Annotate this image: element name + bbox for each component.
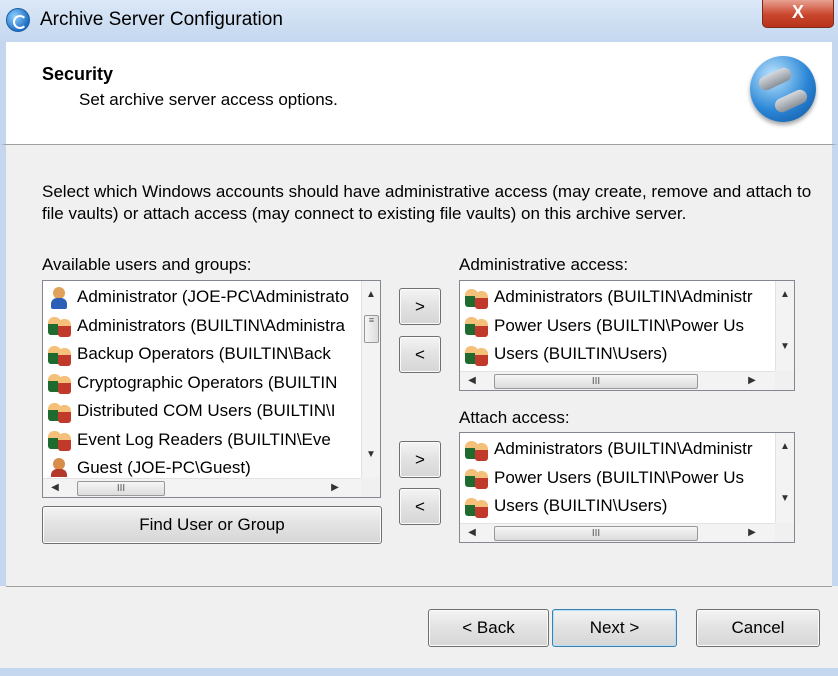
scroll-up-arrow-icon[interactable]: ▲ (777, 441, 793, 452)
horizontal-scrollbar[interactable]: ◀ III ▶ (43, 478, 361, 497)
list-item-label: Backup Operators (BUILTIN\Back (77, 344, 331, 363)
horizontal-scrollbar[interactable]: ◀ III ▶ (460, 523, 775, 542)
back-button[interactable]: < Back (428, 609, 549, 647)
description-text: Select which Windows accounts should hav… (42, 182, 812, 223)
list-item-label: Guest (JOE-PC\Guest) (77, 458, 251, 477)
group-icon (464, 287, 490, 309)
scroll-left-arrow-icon[interactable]: ◀ (464, 375, 480, 386)
scroll-left-arrow-icon[interactable]: ◀ (464, 527, 480, 538)
wizard-header: Security Set archive server access optio… (0, 42, 838, 145)
window-title: Archive Server Configuration (40, 9, 283, 30)
scroll-down-arrow-icon[interactable]: ▼ (363, 449, 379, 460)
list-item[interactable]: Backup Operators (BUILTIN\Back (45, 340, 360, 369)
remove-attach-button[interactable]: < (399, 488, 441, 525)
app-icon (6, 8, 30, 32)
list-item-label: Administrators (BUILTIN\Administra (77, 315, 345, 335)
window-bottom-border (0, 668, 838, 676)
title-bar: Archive Server Configuration X (0, 0, 838, 42)
list-item[interactable]: Users (BUILTIN\Users) (462, 492, 774, 521)
close-button[interactable]: X (762, 0, 834, 28)
refresh-icon (750, 56, 816, 122)
vertical-scrollbar[interactable]: ▲ ≡ ▼ (361, 281, 380, 478)
scroll-down-arrow-icon[interactable]: ▼ (777, 493, 793, 504)
list-item[interactable]: Administrators (BUILTIN\Administr (462, 435, 774, 464)
group-icon (47, 372, 73, 395)
scroll-corner (775, 523, 794, 542)
available-label: Available users and groups: (42, 255, 252, 274)
scroll-corner (775, 371, 794, 390)
list-item[interactable]: Administrators (BUILTIN\Administr (462, 283, 774, 312)
list-item[interactable]: Administrators (BUILTIN\Administra (45, 312, 360, 341)
group-icon (464, 467, 490, 490)
group-icon (47, 315, 73, 338)
group-icon (47, 401, 73, 423)
available-list-items: Administrator (JOE-PC\Administrato Admini… (45, 283, 360, 477)
page-title: Security (42, 64, 114, 84)
remove-admin-button[interactable]: < (399, 336, 441, 373)
list-item-label: Administrators (BUILTIN\Administr (494, 439, 753, 458)
list-item[interactable]: Power Users (BUILTIN\Power Us (462, 312, 774, 341)
list-item[interactable]: Distributed COM Users (BUILTIN\I (45, 397, 360, 426)
list-item-label: Users (BUILTIN\Users) (494, 344, 668, 363)
scroll-right-arrow-icon[interactable]: ▶ (327, 482, 343, 493)
scroll-up-arrow-icon[interactable]: ▲ (363, 289, 379, 300)
vertical-scrollbar[interactable]: ▲ ▼ (775, 433, 794, 523)
add-admin-button[interactable]: > (399, 288, 441, 325)
list-item-label: Distributed COM Users (BUILTIN\I (77, 401, 336, 420)
list-item-label: Event Log Readers (BUILTIN\Eve (77, 429, 331, 449)
guest-icon (47, 457, 73, 477)
group-icon (464, 315, 490, 338)
attach-list-items: Administrators (BUILTIN\Administr Power U… (462, 435, 774, 522)
scroll-thumb[interactable]: III (494, 374, 698, 389)
scroll-right-arrow-icon[interactable]: ▶ (744, 527, 760, 538)
list-item-label: Users (BUILTIN\Users) (494, 496, 668, 515)
vertical-scrollbar[interactable]: ▲ ▼ (775, 281, 794, 371)
list-item-label: Administrators (BUILTIN\Administr (494, 287, 753, 306)
group-icon (464, 344, 490, 366)
list-item-label: Cryptographic Operators (BUILTIN (77, 372, 338, 392)
page-subtitle: Set archive server access options. (79, 90, 338, 109)
find-user-or-group-button[interactable]: Find User or Group (42, 506, 382, 544)
add-attach-button[interactable]: > (399, 441, 441, 478)
user-icon (47, 286, 73, 309)
scroll-left-arrow-icon[interactable]: ◀ (47, 482, 63, 493)
cancel-button[interactable]: Cancel (696, 609, 820, 647)
scroll-corner (361, 478, 380, 497)
admin-list-items: Administrators (BUILTIN\Administr Power U… (462, 283, 774, 370)
list-item[interactable]: Event Log Readers (BUILTIN\Eve (45, 426, 360, 455)
list-item[interactable]: Guest (JOE-PC\Guest) (45, 454, 360, 477)
list-item[interactable]: Users (BUILTIN\Users) (462, 340, 774, 369)
admin-access-listbox[interactable]: Administrators (BUILTIN\Administr Power U… (459, 280, 795, 391)
list-item[interactable]: Power Users (BUILTIN\Power Us (462, 464, 774, 493)
list-item[interactable]: Administrator (JOE-PC\Administrato (45, 283, 360, 312)
scroll-thumb[interactable]: III (494, 526, 698, 541)
available-listbox[interactable]: Administrator (JOE-PC\Administrato Admini… (42, 280, 381, 498)
scroll-down-arrow-icon[interactable]: ▼ (777, 341, 793, 352)
footer-separator (6, 586, 832, 587)
horizontal-scrollbar[interactable]: ◀ III ▶ (460, 371, 775, 390)
next-button[interactable]: Next > (552, 609, 677, 647)
list-item-label: Power Users (BUILTIN\Power Us (494, 467, 745, 487)
group-icon (464, 496, 490, 518)
attach-access-label: Attach access: (459, 408, 570, 427)
group-icon (47, 429, 73, 452)
scroll-right-arrow-icon[interactable]: ▶ (744, 375, 760, 386)
scroll-up-arrow-icon[interactable]: ▲ (777, 289, 793, 300)
attach-access-listbox[interactable]: Administrators (BUILTIN\Administr Power U… (459, 432, 795, 543)
scroll-thumb[interactable]: III (77, 481, 165, 496)
scroll-thumb[interactable]: ≡ (364, 315, 379, 343)
group-icon (464, 439, 490, 461)
group-icon (47, 344, 73, 366)
admin-access-label: Administrative access: (459, 255, 629, 274)
list-item[interactable]: Cryptographic Operators (BUILTIN (45, 369, 360, 398)
list-item-label: Power Users (BUILTIN\Power Us (494, 315, 745, 335)
list-item-label: Administrator (JOE-PC\Administrato (77, 287, 350, 306)
